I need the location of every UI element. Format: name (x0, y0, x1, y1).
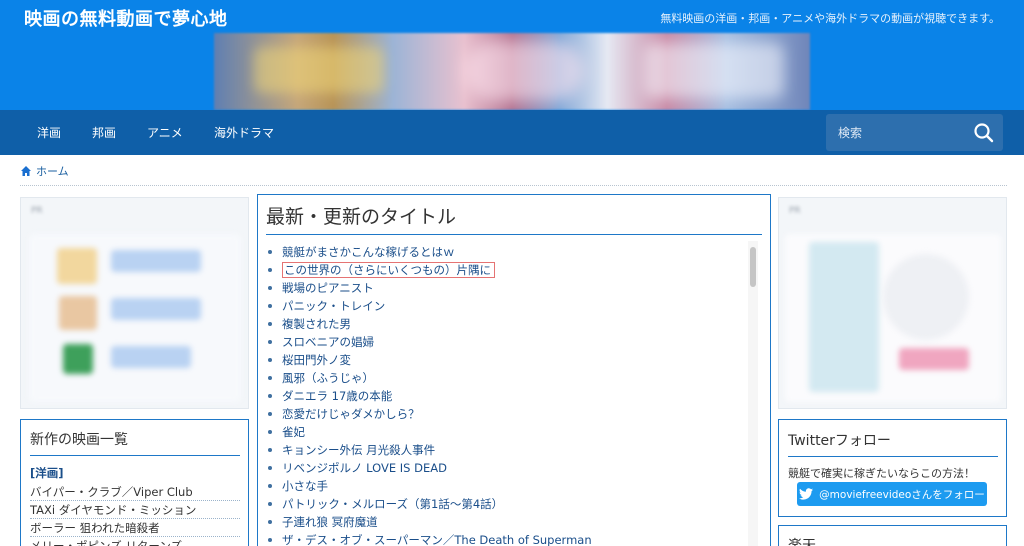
site-header: 映画の無料動画で夢心地 無料映画の洋画・邦画・アニメや海外ドラマの動画が視聴でき… (0, 0, 1024, 110)
list-item: ザ・デス・オブ・スーパーマン／The Death of Superman (268, 531, 748, 546)
search-icon[interactable] (971, 120, 997, 146)
title-link[interactable]: リベンジポルノ LOVE IS DEAD (282, 461, 447, 475)
twitter-follow-button-label: @moviefreevideoさんをフォロー (819, 488, 985, 501)
list-item: パトリック・メルローズ（第1話～第4話） (268, 495, 748, 513)
new-movies-heading: 新作の映画一覧 (30, 432, 128, 448)
latest-titles-panel: 最新・更新のタイトル 競艇がまさかこんな稼げるとはｗ この世界の（さらにいくつも… (257, 194, 771, 546)
list-item: 雀妃 (268, 423, 748, 441)
breadcrumb-home-link[interactable]: ホーム (36, 163, 69, 179)
title-link[interactable]: 雀妃 (282, 425, 305, 439)
twitter-promo-link[interactable]: 競艇で確実に稼ぎたいならこの方法！ (788, 465, 975, 481)
new-movies-list: バイパー・クラブ／Viper Club TAXi ダイヤモンド・ミッション ボー… (30, 483, 240, 546)
list-item: この世界の（さらにいくつもの）片隅に (268, 261, 748, 279)
nav-item-western[interactable]: 洋画 (37, 124, 61, 141)
left-ad-widget[interactable]: PR (20, 197, 249, 409)
title-link[interactable]: 戦場のピアニスト (282, 281, 374, 295)
title-link[interactable]: パニック・トレイン (282, 299, 385, 313)
rakuten-panel: 楽天 (778, 525, 1007, 546)
list-item: キョンシー外伝 月光殺人事件 (268, 441, 748, 459)
list-item: 競艇がまさかこんな稼げるとはｗ (268, 243, 748, 261)
header-banner-image[interactable] (214, 33, 810, 110)
list-item: ダニエラ 17歳の本能 (268, 387, 748, 405)
ad-label: PR (789, 206, 801, 216)
list-item[interactable]: TAXi ダイヤモンド・ミッション (30, 501, 240, 519)
list-item[interactable]: メリー・ポピンズ リターンズ (30, 537, 240, 546)
list-item: リベンジポルノ LOVE IS DEAD (268, 459, 748, 477)
breadcrumb-divider (20, 185, 1007, 186)
rakuten-heading: 楽天 (788, 538, 816, 546)
nav-item-overseas-drama[interactable]: 海外ドラマ (214, 124, 274, 141)
right-ad-widget[interactable]: PR (778, 197, 1007, 409)
latest-titles-heading: 最新・更新のタイトル (266, 206, 457, 228)
site-title[interactable]: 映画の無料動画で夢心地 (24, 5, 228, 31)
title-link[interactable]: 小さな手 (282, 479, 328, 493)
new-movies-panel: 新作の映画一覧 [洋画] バイパー・クラブ／Viper Club TAXi ダイ… (20, 419, 249, 546)
list-item[interactable]: ボーラー 狙われた暗殺者 (30, 519, 240, 537)
title-link[interactable]: パトリック・メルローズ（第1話～第4話） (282, 497, 503, 511)
title-link[interactable]: キョンシー外伝 月光殺人事件 (282, 443, 435, 457)
nav-item-japanese[interactable]: 邦画 (92, 124, 116, 141)
title-link[interactable]: ザ・デス・オブ・スーパーマン／The Death of Superman (282, 533, 592, 546)
list-item[interactable]: バイパー・クラブ／Viper Club (30, 483, 240, 501)
nav-item-anime[interactable]: アニメ (147, 124, 183, 141)
home-icon (21, 166, 31, 176)
movie-category-label[interactable]: [洋画] (30, 465, 64, 481)
list-item: 桜田門外ノ変 (268, 351, 748, 369)
search-box (826, 114, 1003, 151)
title-link[interactable]: 競艇がまさかこんな稼げるとはｗ (282, 245, 455, 259)
list-scrollbar[interactable] (748, 241, 758, 546)
site-description: 無料映画の洋画・邦画・アニメや海外ドラマの動画が視聴できます。 (660, 12, 1000, 25)
title-link[interactable]: 桜田門外ノ変 (282, 353, 351, 367)
list-item: 風邪（ふうじゃ） (268, 369, 748, 387)
list-item: 複製された男 (268, 315, 748, 333)
title-link[interactable]: 子連れ狼 冥府魔道 (282, 515, 378, 529)
title-link[interactable]: この世界の（さらにいくつもの）片隅に (282, 262, 495, 278)
list-item: パニック・トレイン (268, 297, 748, 315)
list-item: 小さな手 (268, 477, 748, 495)
title-link[interactable]: 風邪（ふうじゃ） (282, 371, 374, 385)
title-link[interactable]: 複製された男 (282, 317, 351, 331)
twitter-follow-heading: Twitterフォロー (788, 433, 891, 449)
title-link[interactable]: スロベニアの娼婦 (282, 335, 374, 349)
title-link[interactable]: ダニエラ 17歳の本能 (282, 389, 392, 403)
title-link[interactable]: 恋愛だけじゃダメかしら？ (282, 407, 420, 421)
list-item: 恋愛だけじゃダメかしら？ (268, 405, 748, 423)
twitter-follow-button[interactable]: @moviefreevideoさんをフォロー (797, 482, 987, 506)
list-item: 子連れ狼 冥府魔道 (268, 513, 748, 531)
latest-titles-list: 競艇がまさかこんな稼げるとはｗ この世界の（さらにいくつもの）片隅に 戦場のピア… (268, 243, 748, 546)
scrollbar-thumb[interactable] (750, 247, 756, 287)
list-item: 戦場のピアニスト (268, 279, 748, 297)
search-input[interactable] (826, 114, 966, 151)
breadcrumb: ホーム (20, 163, 69, 179)
twitter-follow-panel: Twitterフォロー 競艇で確実に稼ぎたいならこの方法！ @moviefree… (778, 419, 1007, 517)
ad-label: PR (31, 206, 43, 216)
twitter-bird-icon (799, 488, 814, 500)
list-item: スロベニアの娼婦 (268, 333, 748, 351)
